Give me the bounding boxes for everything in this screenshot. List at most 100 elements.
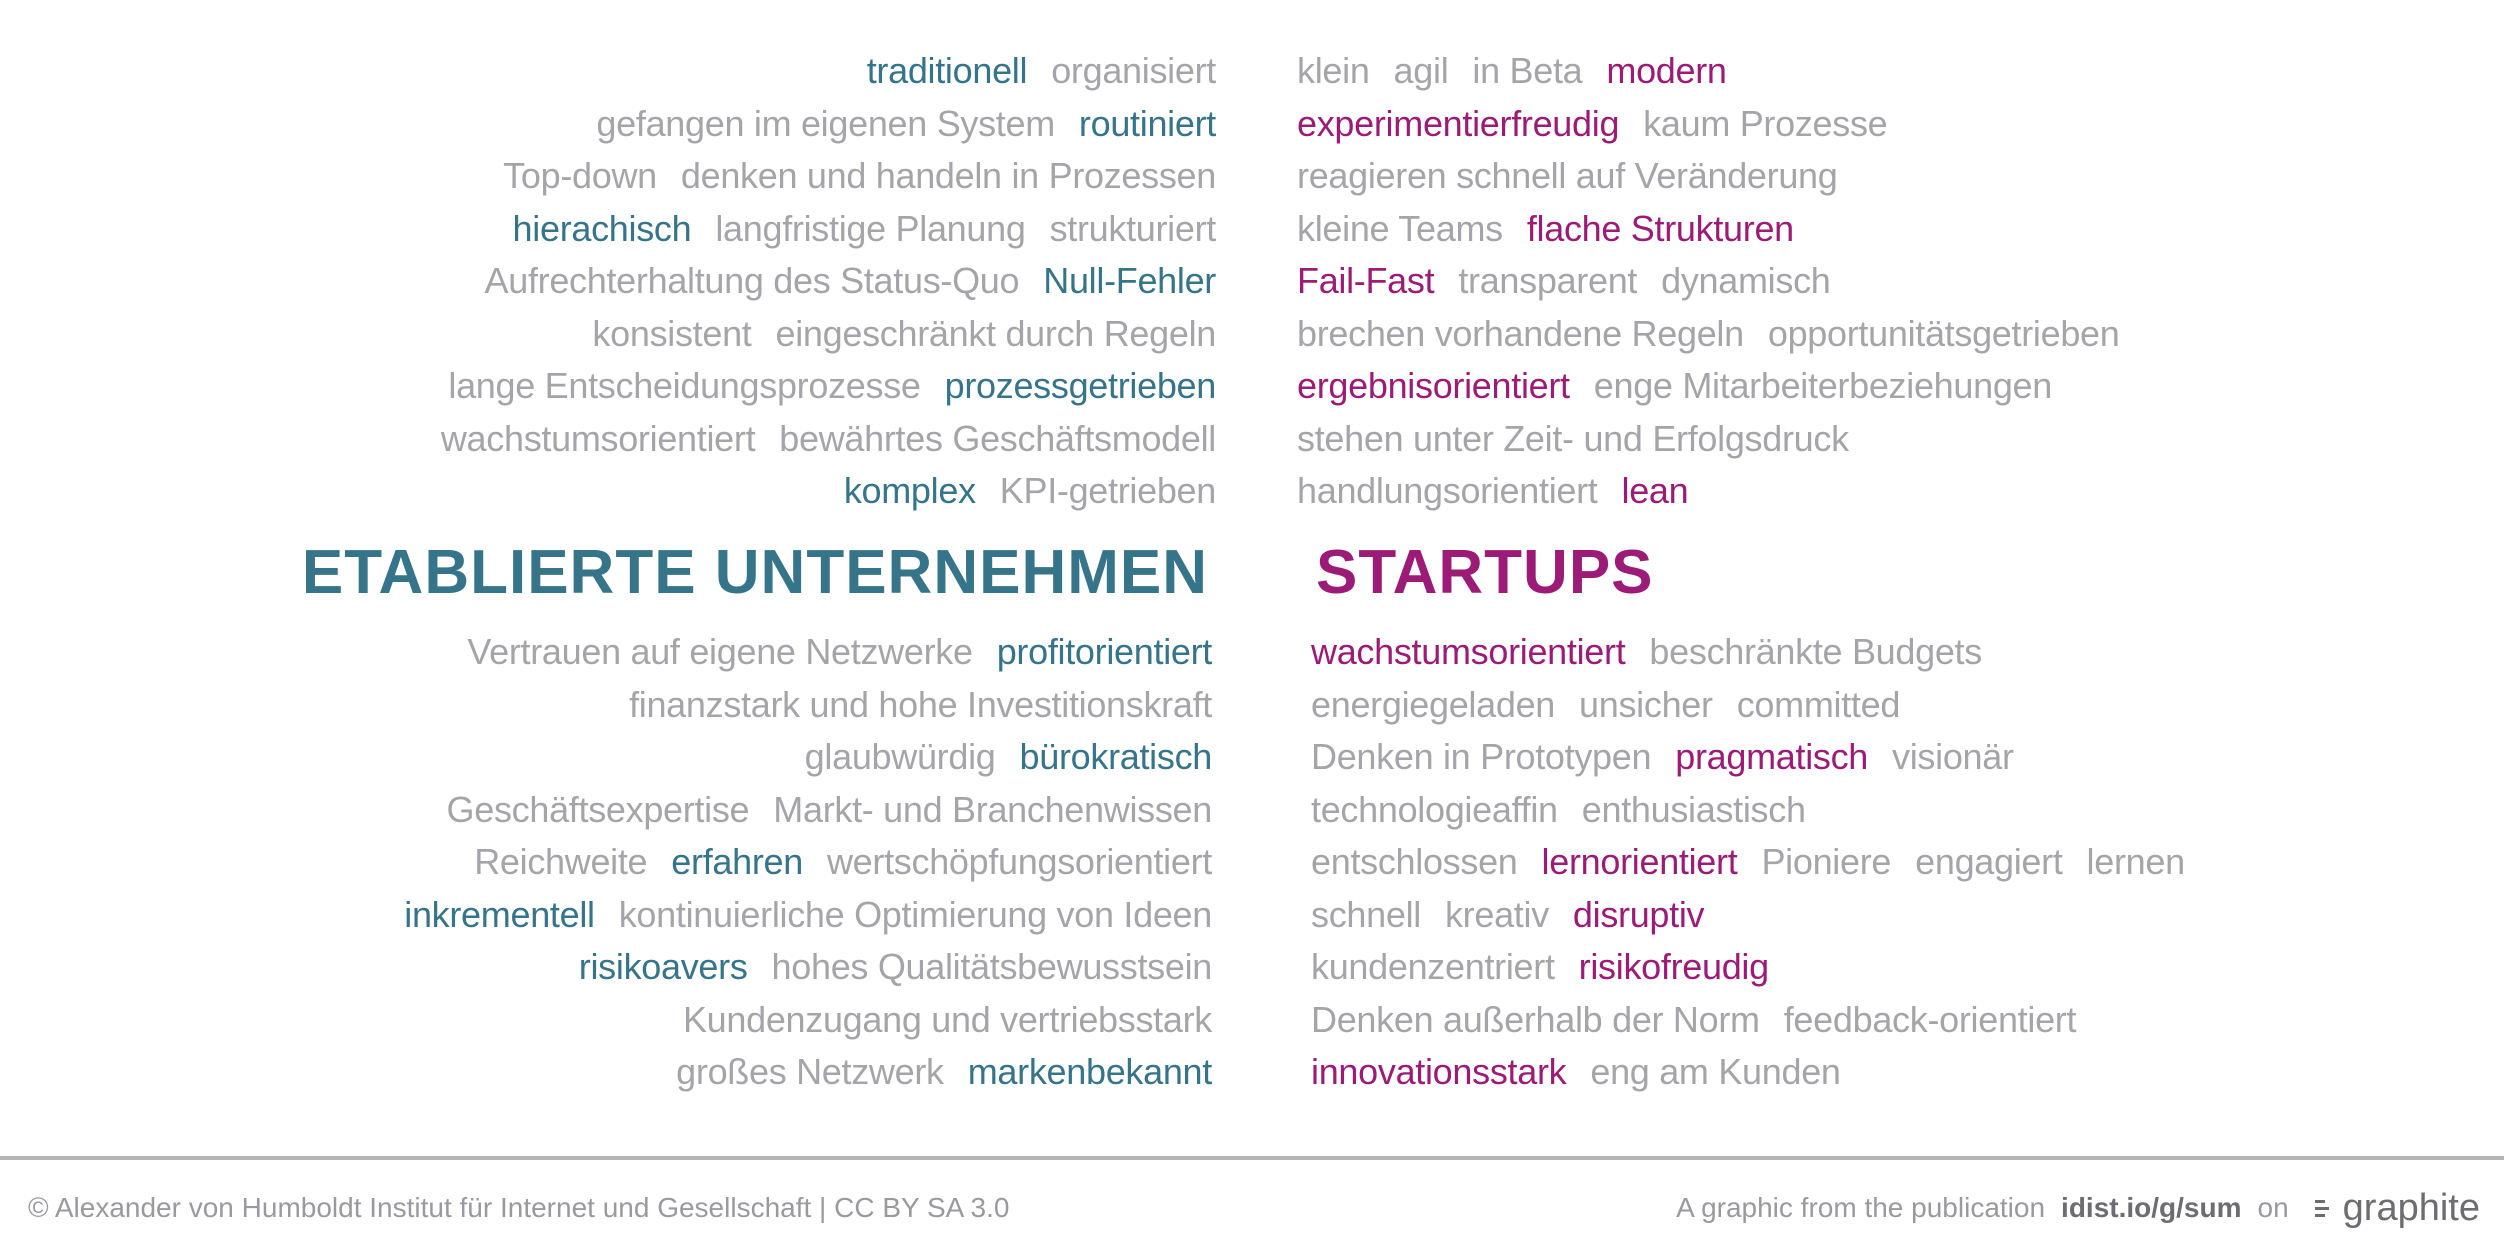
term-line: kleine Teams flache Strukturen <box>1297 203 2504 256</box>
highlighted-term: erfahren <box>671 841 803 882</box>
highlighted-term: traditionell <box>866 50 1028 91</box>
highlighted-term: disruptiv <box>1572 893 1705 935</box>
term: handlungsorientiert <box>1297 470 1598 511</box>
term-line: großes Netzwerk markenbekannt <box>0 1046 1212 1099</box>
highlighted-term: pragmatisch <box>1675 736 1869 777</box>
term: unsicher <box>1579 683 1713 725</box>
highlighted-term: risikoavers <box>578 946 748 987</box>
term: eingeschränkt durch Regeln <box>775 312 1217 354</box>
term: kundenzentriert <box>1311 946 1555 987</box>
highlighted-term: hierachisch <box>512 207 692 249</box>
footer-copyright: © Alexander von Humboldt Institut für In… <box>28 1192 1010 1223</box>
term: bewährtes Geschäftsmodell <box>779 417 1216 459</box>
term: wachstumsorientiert <box>440 417 756 459</box>
highlighted-term: flache Strukturen <box>1526 207 1794 249</box>
term: agil <box>1393 50 1449 91</box>
term-line: schnell kreativ disruptiv <box>1311 889 2504 942</box>
term-line: Top-down denken und handeln in Prozessen <box>0 150 1216 203</box>
term: visionär <box>1892 736 2014 777</box>
term: gefangen im eigenen System <box>596 102 1055 144</box>
term-line: ergebnisorientiert enge Mitarbeiterbezieh… <box>1297 360 2504 413</box>
term: Reichweite <box>474 841 648 882</box>
term: glaubwürdig <box>804 736 996 777</box>
term-line: technologieaffin enthusiastisch <box>1311 784 2504 837</box>
highlighted-term: modern <box>1606 50 1727 91</box>
footer-divider <box>0 1156 2504 1160</box>
publication-link[interactable]: idist.io/g/sum <box>2061 1180 2241 1236</box>
highlighted-term: innovationsstark <box>1311 1051 1567 1092</box>
graphite-logo[interactable]: graphite <box>2314 1180 2480 1236</box>
term: energiegeladen <box>1311 683 1556 725</box>
term-line: lange Entscheidungsprozesse prozessgetrie… <box>0 360 1216 413</box>
highlighted-term: markenbekannt <box>967 1051 1213 1092</box>
publication-on: on <box>2257 1192 2289 1223</box>
term: lernen <box>2086 841 2186 882</box>
publication-prefix: A graphic from the publication <box>1676 1192 2046 1223</box>
term: transparent <box>1458 260 1638 301</box>
term: finanzstark und hohe Investitionskraft <box>629 683 1212 725</box>
term-line: Fail-Fast transparent dynamisch <box>1297 255 2504 308</box>
footer-publication: A graphic from the publication idist.io/… <box>1676 1180 2480 1236</box>
term: Top-down <box>503 155 657 196</box>
term-line: klein agil in Beta modern <box>1297 45 2504 98</box>
term-line: finanzstark und hohe Investitionskraft <box>0 679 1212 732</box>
term-line: Reichweite erfahren wertschöpfungsorientie… <box>0 836 1212 889</box>
term: opportunitätsgetrieben <box>1767 312 2120 354</box>
term: großes Netzwerk <box>676 1051 944 1092</box>
term: feedback-orientiert <box>1783 998 2077 1040</box>
term: denken und handeln in Prozessen <box>680 155 1216 196</box>
highlighted-term: inkrementell <box>404 893 595 935</box>
term: Geschäftsexpertise <box>446 788 750 830</box>
highlighted-term: experimentierfreudig <box>1297 102 1620 144</box>
term: kaum Prozesse <box>1643 102 1888 144</box>
term-line: wachstumsorientiert bewährtes Geschäftsmo… <box>0 413 1216 466</box>
established-top-terms: traditionell organisiert gefangen im eigen… <box>0 45 1216 518</box>
term: schnell <box>1311 893 1421 935</box>
startup-top-terms: klein agil in Beta modern experimentierfreud… <box>1297 45 2504 518</box>
term: kontinuierliche Optimierung von Ideen <box>618 893 1213 935</box>
term-line: Denken außerhalb der Norm feedback-orient… <box>1311 994 2504 1047</box>
highlighted-term: routiniert <box>1078 102 1216 144</box>
term-line: Geschäftsexpertise Markt- und Branchenwis… <box>0 784 1213 837</box>
highlighted-term: komplex <box>843 470 976 511</box>
term: dynamisch <box>1661 260 1831 301</box>
term: enthusiastisch <box>1581 788 1806 830</box>
graphite-logo-icon <box>2314 1200 2331 1220</box>
term: entschlossen <box>1311 841 1518 882</box>
term: kreativ <box>1444 893 1549 935</box>
term: enge Mitarbeiterbeziehungen <box>1593 365 2053 406</box>
term: Kundenzugang und vertriebsstark <box>682 998 1212 1040</box>
term-line: inkrementell kontinuierliche Optimierung … <box>0 889 1212 942</box>
term-line: hierachisch langfristige Planung strukturi… <box>0 203 1217 256</box>
highlighted-term: Null-Fehler <box>1043 260 1216 301</box>
term: lange Entscheidungsprozesse <box>448 365 921 406</box>
term-line: traditionell organisiert <box>0 45 1217 98</box>
term: Denken in Prototypen <box>1311 736 1652 777</box>
term: brechen vorhandene Regeln <box>1297 312 1744 354</box>
startups-heading: STARTUPS <box>1316 538 1654 607</box>
term: engagiert <box>1915 841 2063 882</box>
term: stehen unter Zeit- und Erfolgsdruck <box>1297 417 1849 459</box>
term: Pioniere <box>1761 841 1892 882</box>
term-line: reagieren schnell auf Veränderung <box>1297 150 2504 203</box>
term: organisiert <box>1051 50 1216 91</box>
highlighted-term: profitorientiert <box>996 631 1213 672</box>
term: in Beta <box>1472 50 1583 91</box>
term-line: glaubwürdig bürokratisch <box>0 731 1213 784</box>
highlighted-term: bürokratisch <box>1019 736 1213 777</box>
term: wertschöpfungsorientiert <box>826 841 1212 882</box>
term: Markt- und Branchenwissen <box>773 788 1212 830</box>
term-line: konsistent eingeschränkt durch Regeln <box>0 308 1216 361</box>
term: eng am Kunden <box>1590 1051 1841 1092</box>
term-line: Aufrechterhaltung des Status-Quo Null-Feh… <box>0 255 1217 308</box>
term: strukturiert <box>1049 207 1217 249</box>
highlighted-term: wachstumsorientiert <box>1311 631 1626 672</box>
term-line: innovationsstark eng am Kunden <box>1311 1046 2504 1099</box>
term-line: experimentierfreudig kaum Prozesse <box>1297 98 2504 151</box>
highlighted-term: risikofreudig <box>1578 946 1769 987</box>
highlighted-term: ergebnisorientiert <box>1297 365 1570 406</box>
term-line: brechen vorhandene Regeln opportunitätsge… <box>1297 308 2504 361</box>
term: reagieren schnell auf Veränderung <box>1297 155 1838 196</box>
highlighted-term: lernorientiert <box>1541 841 1738 882</box>
term: Vertrauen auf eigene Netzwerke <box>467 631 973 672</box>
